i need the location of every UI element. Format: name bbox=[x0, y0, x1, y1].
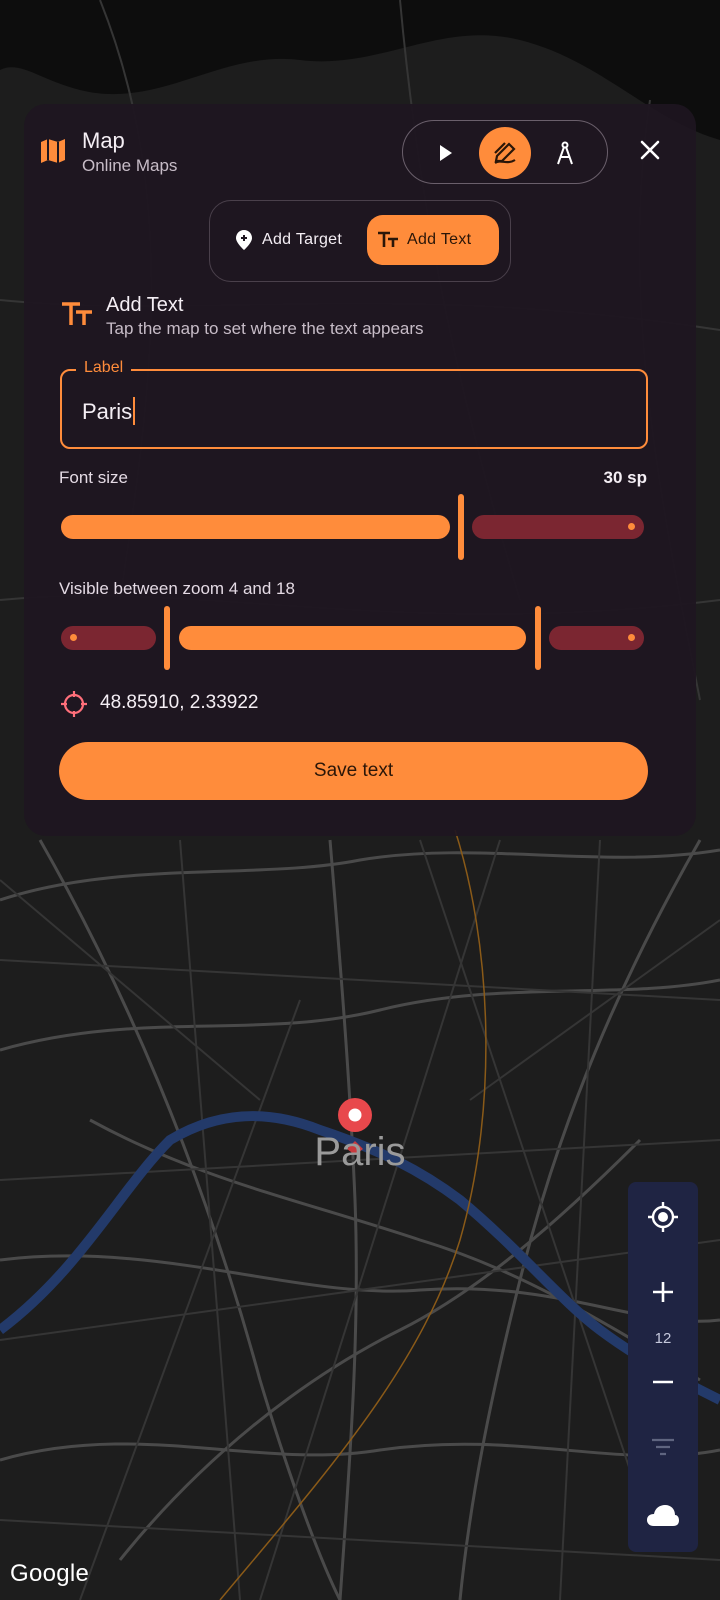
coordinates-text: 48.85910, 2.33922 bbox=[100, 692, 259, 713]
add-target-label: Add Target bbox=[262, 231, 343, 248]
label-field-legend: Label bbox=[76, 359, 132, 377]
draw-button[interactable] bbox=[479, 127, 531, 179]
crosshair-icon bbox=[60, 690, 88, 718]
my-location-icon bbox=[648, 1202, 678, 1232]
close-icon bbox=[640, 140, 660, 160]
measure-button[interactable] bbox=[539, 127, 591, 179]
zoom-min-handle[interactable] bbox=[164, 606, 170, 670]
text-cursor bbox=[133, 397, 136, 425]
font-size-value: 30 sp bbox=[603, 468, 647, 487]
zoom-in-icon bbox=[653, 1282, 673, 1302]
add-target-button[interactable]: Add Target bbox=[224, 215, 364, 265]
close-button[interactable] bbox=[634, 134, 666, 166]
font-size-active-track bbox=[61, 515, 450, 539]
zoom-range-active-track bbox=[179, 626, 526, 650]
point-type-toggle: Add Target Add Text bbox=[209, 200, 511, 282]
text-size-icon bbox=[378, 231, 398, 247]
map-text-label: Paris bbox=[314, 1130, 406, 1174]
my-location-button[interactable] bbox=[628, 1182, 698, 1252]
filter-icon bbox=[652, 1438, 674, 1456]
font-size-label: Font size bbox=[59, 468, 128, 487]
label-text: Paris bbox=[82, 399, 133, 424]
play-button[interactable] bbox=[419, 127, 471, 179]
filter-button[interactable] bbox=[628, 1417, 698, 1477]
zoom-level: 12 bbox=[654, 1330, 672, 1347]
section-title: Add Text bbox=[106, 294, 184, 316]
play-icon bbox=[440, 145, 452, 161]
save-text-button[interactable]: Save text bbox=[59, 742, 648, 800]
zoom-max-handle[interactable] bbox=[535, 606, 541, 670]
font-size-handle[interactable] bbox=[458, 494, 464, 560]
cloud-icon bbox=[647, 1505, 679, 1526]
mode-selector bbox=[402, 120, 608, 184]
save-text-label: Save text bbox=[313, 760, 394, 781]
section-subtitle: Tap the map to set where the text appear… bbox=[106, 319, 424, 338]
app-subtitle: Online Maps bbox=[82, 156, 178, 175]
add-text-panel: Map Online Maps Add Target Add Text Add … bbox=[24, 104, 696, 836]
label-input[interactable]: Label Paris bbox=[60, 359, 648, 449]
location-pin-icon bbox=[236, 230, 252, 250]
add-text-button[interactable]: Add Text bbox=[367, 215, 499, 265]
label-field-value[interactable]: Paris bbox=[82, 397, 136, 425]
map-controls: 12 bbox=[628, 1182, 698, 1552]
zoom-in-button[interactable] bbox=[628, 1262, 698, 1322]
app-title: Map bbox=[82, 128, 125, 153]
add-text-label: Add Text bbox=[407, 231, 472, 248]
map-icon bbox=[38, 136, 68, 166]
text-size-icon bbox=[60, 298, 94, 332]
zoom-range-start-dot bbox=[70, 634, 77, 641]
compass-icon bbox=[557, 141, 573, 165]
font-size-end-dot bbox=[628, 523, 635, 530]
weather-button[interactable] bbox=[628, 1482, 698, 1548]
zoom-range-end-dot bbox=[628, 634, 635, 641]
draw-icon bbox=[494, 142, 516, 164]
google-attribution: Google bbox=[10, 1560, 90, 1587]
font-size-inactive-track bbox=[472, 515, 644, 539]
zoom-range-label: Visible between zoom 4 and 18 bbox=[59, 579, 295, 598]
zoom-out-button[interactable] bbox=[628, 1352, 698, 1412]
zoom-out-icon bbox=[653, 1380, 673, 1384]
